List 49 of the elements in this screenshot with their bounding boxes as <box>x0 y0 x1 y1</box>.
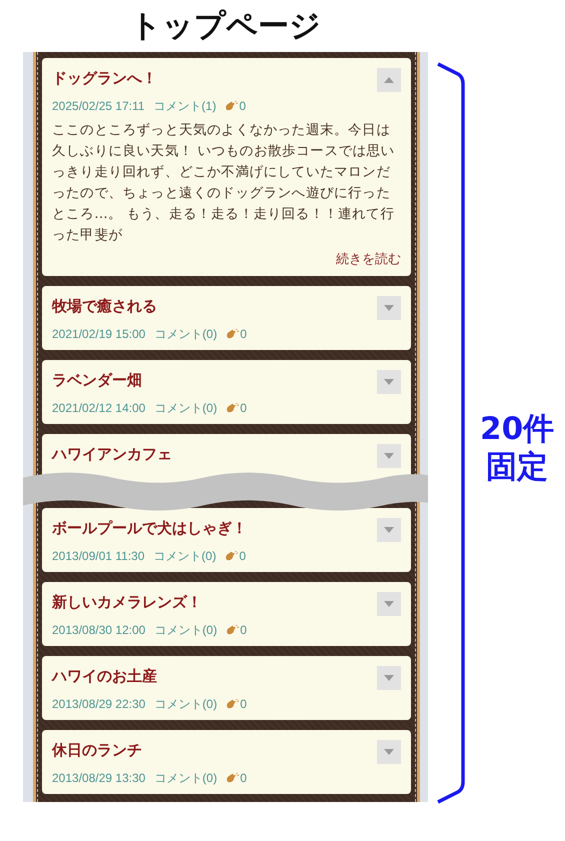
clap-count: 0 <box>240 771 247 785</box>
caret-down-icon <box>384 749 394 755</box>
count-label: 20件 固定 <box>480 410 554 486</box>
clap-count: 0 <box>239 549 246 563</box>
read-more-link[interactable]: 続きを読む <box>52 250 401 268</box>
post-title[interactable]: ラベンダー畑 <box>52 368 142 392</box>
toggle-button[interactable] <box>377 296 401 320</box>
post-date: 2021/02/19 15:00 <box>52 327 146 341</box>
clap-icon <box>225 550 238 562</box>
post-title[interactable]: ボールプールで犬はしゃぎ！ <box>52 516 247 540</box>
toggle-button[interactable] <box>377 518 401 542</box>
caret-down-icon <box>384 675 394 681</box>
post-date: 2021/02/12 14:00 <box>52 401 146 415</box>
post-title[interactable]: ドッグランへ！ <box>52 66 157 90</box>
post-date: 2013/08/29 22:30 <box>52 697 146 711</box>
post-date: 2013/09/01 11:30 <box>52 549 145 563</box>
post-date: 2025/02/25 17:11 <box>52 99 145 113</box>
page-title: トップページ <box>129 7 322 46</box>
toggle-button[interactable] <box>377 370 401 394</box>
clap-icon <box>226 698 240 710</box>
clap-icon <box>226 772 240 784</box>
clap-icon <box>226 624 240 636</box>
post-title[interactable]: ハワイのお土産 <box>52 664 157 688</box>
post-excerpt: ここのところずっと天気のよくなかった週末。今日は久しぶりに良い天気！ いつものお散歩コースでは思いっきり走り回れず、どこか不満げにしていたマロンだったので、ちょっと遠くのドッグランへ遊びに行ったところ…。 もう、走る！走る！走り回る！！連れて行った甲斐が <box>52 121 396 245</box>
clap-count: 0 <box>239 99 246 113</box>
caret-up-icon <box>384 77 394 83</box>
post-title[interactable]: 牧場で癒される <box>52 294 157 318</box>
toggle-button[interactable] <box>377 592 401 616</box>
caret-down-icon <box>384 379 394 385</box>
clap-count: 0 <box>240 697 247 711</box>
clap-icon <box>225 100 238 112</box>
clap-icon <box>226 328 240 340</box>
caret-down-icon <box>384 601 394 607</box>
clap-count: 0 <box>240 623 247 637</box>
clap-icon <box>226 402 240 414</box>
toggle-button[interactable] <box>377 68 401 92</box>
clap-count: 0 <box>240 327 247 341</box>
post-title[interactable]: ハワイアンカフェ <box>52 442 172 466</box>
clap-count: 0 <box>240 401 247 415</box>
toggle-button[interactable] <box>377 444 401 468</box>
post-date: 2013/08/30 12:00 <box>52 623 146 637</box>
toggle-button[interactable] <box>377 666 401 690</box>
caret-down-icon <box>384 453 394 459</box>
toggle-button[interactable] <box>377 740 401 764</box>
post-title[interactable]: 新しいカメラレンズ！ <box>52 590 202 614</box>
caret-down-icon <box>384 527 394 533</box>
post-date: 2013/08/29 13:30 <box>52 771 146 785</box>
post-title[interactable]: 休日のランチ <box>52 738 142 762</box>
caret-down-icon <box>384 305 394 311</box>
